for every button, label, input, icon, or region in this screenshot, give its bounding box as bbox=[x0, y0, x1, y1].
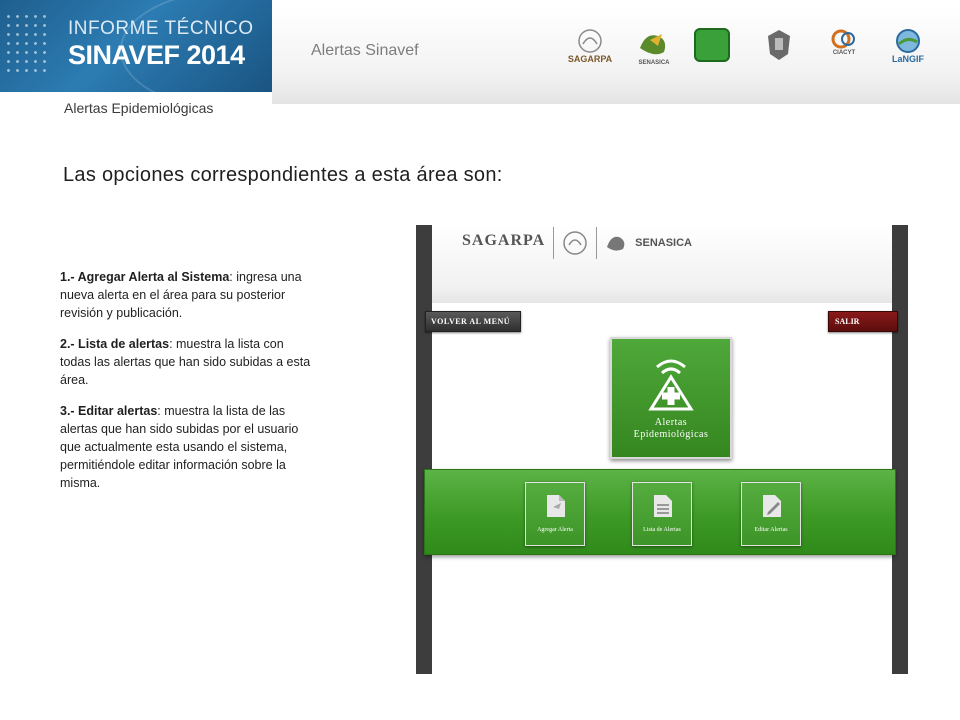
senasica-logo: SENASICA bbox=[628, 28, 680, 66]
option-3: 3.- Editar alertas: muestra la lista de … bbox=[60, 402, 316, 492]
app-eagle-seal-icon bbox=[563, 231, 587, 255]
edit-alerts-label: Editar Alertas bbox=[754, 527, 788, 533]
app-senasica-bird-icon bbox=[607, 236, 625, 251]
uaslp-logo bbox=[752, 28, 806, 62]
options-description: 1.- Agregar Alerta al Sistema: ingresa u… bbox=[60, 268, 316, 505]
option-1-title: 1.- Agregar Alerta al Sistema bbox=[60, 270, 230, 284]
app-logo-divider bbox=[553, 227, 555, 259]
report-banner: INFORME TÉCNICO SINAVEF 2014 bbox=[0, 0, 272, 92]
edit-alerts-tile[interactable]: Editar Alertas bbox=[741, 482, 801, 546]
sagarpa-logo: SAGARPA bbox=[560, 28, 620, 64]
option-3-title: 3.- Editar alertas bbox=[60, 404, 158, 418]
add-alert-tile[interactable]: Agregar Alerta bbox=[525, 482, 585, 546]
actions-band: Agregar Alerta Lista de Alertas Editar A… bbox=[424, 469, 896, 555]
app-header: SAGARPA ​ SENASICA bbox=[432, 225, 892, 303]
app-senasica-logo: SENASICA bbox=[635, 237, 692, 249]
dot-grid-decoration bbox=[4, 12, 52, 74]
add-document-icon bbox=[547, 495, 565, 517]
app-header-logos: SAGARPA ​ SENASICA bbox=[462, 227, 692, 259]
intro-heading: Las opciones correspondientes a esta áre… bbox=[63, 164, 503, 186]
option-2-title: 2.- Lista de alertas bbox=[60, 337, 170, 351]
epidemiological-alerts-tile[interactable]: Alertas Epidemiológicas bbox=[610, 337, 732, 459]
edit-document-icon bbox=[763, 495, 781, 517]
banner-line2: SINAVEF 2014 bbox=[68, 40, 245, 70]
alert-signal-icon bbox=[648, 359, 694, 411]
app-page: SAGARPA ​ SENASICA VOLVER AL MENÚ SALIR bbox=[424, 225, 898, 674]
banner-line1: INFORME TÉCNICO bbox=[68, 18, 254, 39]
institution-logos: SAGARPA SENASICA CIACYT LaNGIF bbox=[560, 28, 940, 94]
ciacyt-logo: CIACYT bbox=[818, 28, 870, 56]
alert-list-tile[interactable]: Lista de Alertas bbox=[632, 482, 692, 546]
section-subtitle: Alertas Epidemiológicas bbox=[64, 100, 214, 116]
alert-list-label: Lista de Alertas bbox=[643, 527, 681, 533]
app-screenshot: SAGARPA ​ SENASICA VOLVER AL MENÚ SALIR bbox=[416, 225, 908, 674]
exit-button[interactable]: SALIR bbox=[828, 311, 898, 332]
header-title: Alertas Sinavef bbox=[311, 42, 419, 59]
option-1: 1.- Agregar Alerta al Sistema: ingresa u… bbox=[60, 268, 316, 322]
app-logo-divider-2 bbox=[596, 227, 598, 259]
main-tile-label: Alertas Epidemiológicas bbox=[633, 417, 709, 440]
langif-logo: LaNGIF bbox=[880, 28, 936, 64]
sinavef-logo bbox=[692, 28, 732, 62]
app-sagarpa-logo: SAGARPA ​ bbox=[462, 231, 546, 249]
list-document-icon bbox=[654, 495, 672, 517]
back-to-menu-button[interactable]: VOLVER AL MENÚ bbox=[425, 311, 521, 332]
option-2: 2.- Lista de alertas: muestra la lista c… bbox=[60, 335, 316, 389]
add-alert-label: Agregar Alerta bbox=[537, 527, 573, 533]
